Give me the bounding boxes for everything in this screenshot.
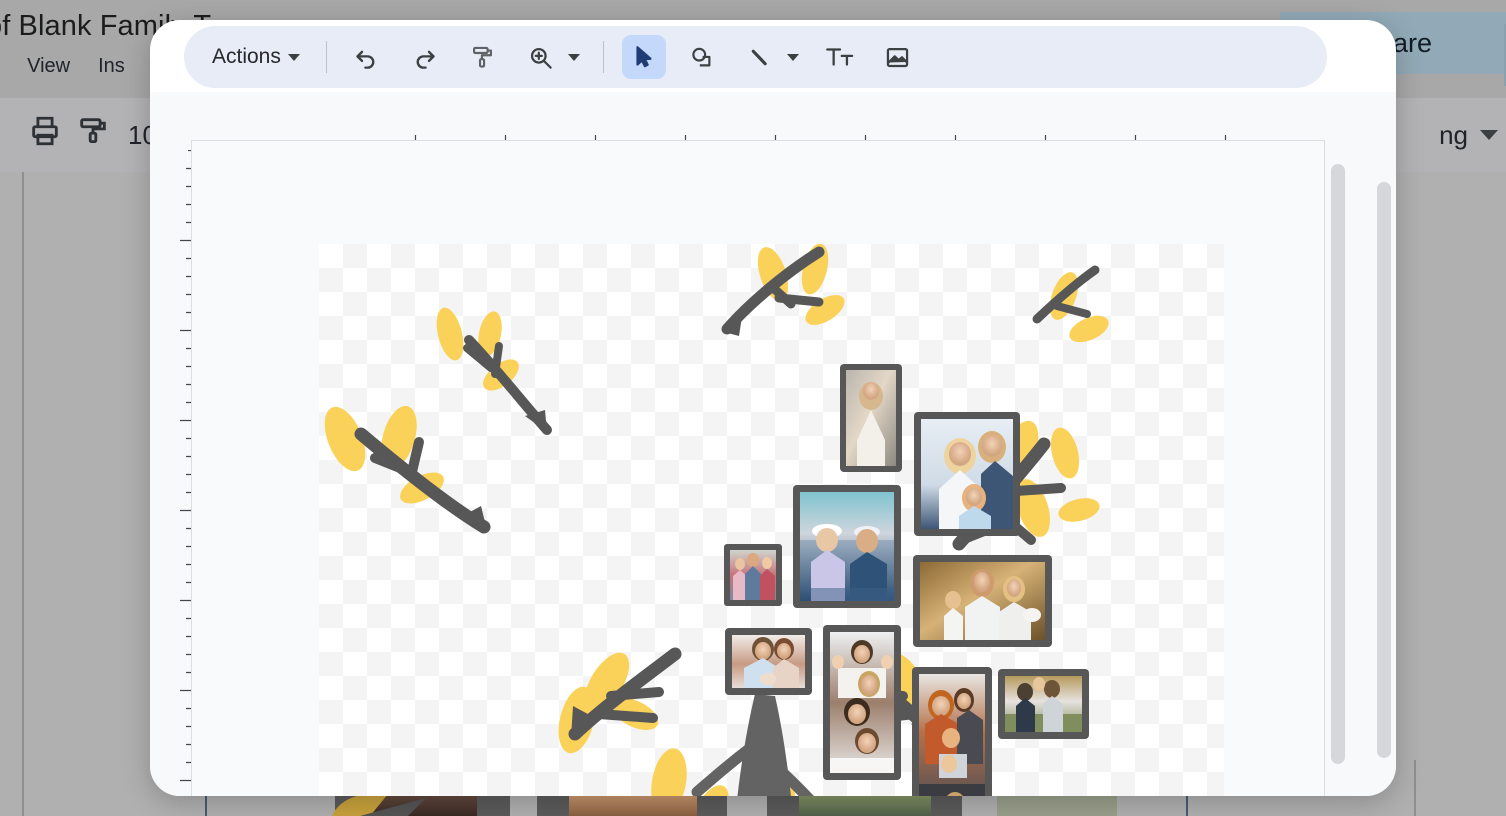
line-icon xyxy=(746,44,773,71)
photo-frame-couple-field xyxy=(998,669,1089,739)
paint-format-icon[interactable] xyxy=(76,114,110,148)
drawing-toolbar: Actions xyxy=(184,26,1327,88)
drawing-editor-dialog: Actions xyxy=(150,20,1396,796)
drawing-work-area xyxy=(150,92,1396,796)
canvas-vertical-scrollbar[interactable] xyxy=(1331,164,1345,764)
background-mode-value[interactable]: ng xyxy=(1439,120,1468,151)
text-box-icon xyxy=(825,42,855,72)
zoom-button[interactable] xyxy=(519,35,563,79)
line-tool-button[interactable] xyxy=(738,35,782,79)
redo-button[interactable] xyxy=(403,35,447,79)
image-icon xyxy=(884,44,911,71)
actions-menu-button[interactable]: Actions xyxy=(206,39,308,75)
photo-frame-family-pile xyxy=(823,625,901,780)
undo-icon xyxy=(353,44,380,71)
family-tree-artwork xyxy=(324,244,1109,796)
branch-lower-left xyxy=(558,647,682,754)
actions-menu-label: Actions xyxy=(212,45,281,68)
redo-icon xyxy=(411,44,438,71)
branch-right-upper xyxy=(1032,265,1109,343)
dialog-vertical-scrollbar[interactable] xyxy=(1377,182,1391,758)
branch-upper-left xyxy=(436,307,552,435)
undo-button[interactable] xyxy=(345,35,389,79)
photo-frame-grandparents xyxy=(793,485,901,608)
chevron-down-icon[interactable] xyxy=(1480,130,1498,140)
photo-frame-couple-with-daughter xyxy=(914,412,1020,536)
background-page-edge-left xyxy=(22,172,24,816)
select-tool-button[interactable] xyxy=(621,35,666,79)
menu-item-insert[interactable]: Ins xyxy=(98,55,125,78)
photo-frame-parents-newborn xyxy=(725,628,812,695)
drawing-canvas[interactable] xyxy=(319,244,1224,796)
background-page-edge-far-right xyxy=(1414,760,1416,816)
image-tool-button[interactable] xyxy=(876,35,920,79)
zoom-dropdown-caret[interactable] xyxy=(563,35,585,79)
paint-format-icon xyxy=(469,44,496,71)
photo-frame-young-woman xyxy=(840,364,902,472)
shapes-icon xyxy=(688,44,715,71)
textbox-tool-button[interactable] xyxy=(818,35,862,79)
toolbar-divider-1 xyxy=(325,41,327,73)
chevron-down-icon xyxy=(567,53,580,61)
background-menubar: dit View Ins xyxy=(0,55,125,78)
print-icon[interactable] xyxy=(28,114,62,148)
photo-frame-family-three-small xyxy=(724,544,782,606)
line-dropdown-caret[interactable] xyxy=(782,35,804,79)
photo-frame-family-with-dog xyxy=(912,667,992,796)
zoom-in-icon xyxy=(527,44,554,71)
menu-item-view[interactable]: View xyxy=(27,55,70,78)
toolbar-divider-2 xyxy=(602,41,604,73)
branch-top-right xyxy=(721,244,845,336)
chevron-down-icon xyxy=(287,53,300,61)
photo-frame-family-autumn xyxy=(913,555,1052,647)
shape-tool-button[interactable] xyxy=(680,35,724,79)
tree-trunk xyxy=(691,694,814,796)
cursor-arrow-icon xyxy=(631,44,657,70)
chevron-down-icon xyxy=(786,53,799,61)
paint-format-button[interactable] xyxy=(461,35,505,79)
branch-left xyxy=(324,405,491,534)
